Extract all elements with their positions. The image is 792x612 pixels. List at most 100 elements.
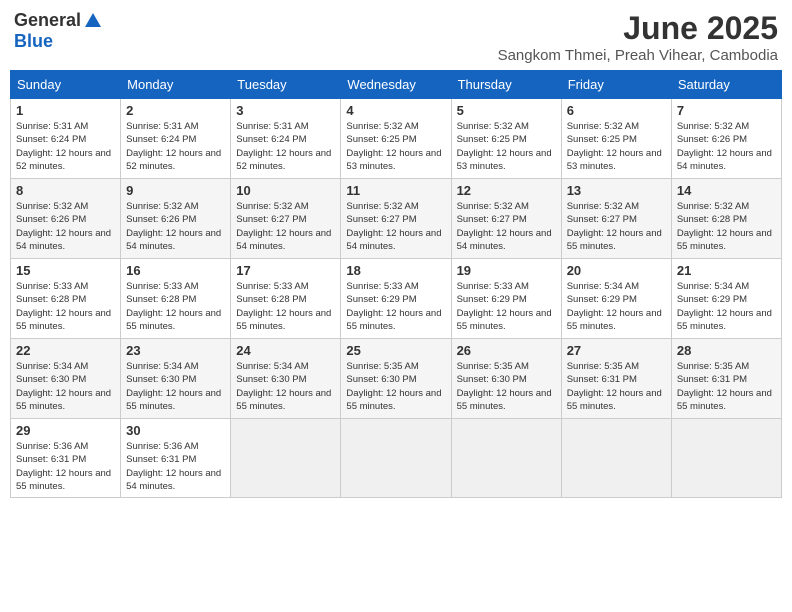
day-info: Sunrise: 5:36 AMSunset: 6:31 PMDaylight:… (126, 440, 225, 493)
day-number: 18 (346, 263, 445, 278)
calendar-week-1: 1 Sunrise: 5:31 AMSunset: 6:24 PMDaylight… (11, 99, 782, 179)
day-number: 11 (346, 183, 445, 198)
calendar-subtitle: Sangkom Thmei, Preah Vihear, Cambodia (498, 47, 778, 64)
day-number: 5 (457, 103, 556, 118)
day-number: 3 (236, 103, 335, 118)
calendar-day-cell: 2 Sunrise: 5:31 AMSunset: 6:24 PMDaylight… (121, 99, 231, 179)
calendar-day-cell: 16 Sunrise: 5:33 AMSunset: 6:28 PMDayligh… (121, 259, 231, 339)
day-info: Sunrise: 5:32 AMSunset: 6:27 PMDaylight:… (346, 200, 445, 253)
logo: General Blue (14, 10, 103, 52)
day-info: Sunrise: 5:31 AMSunset: 6:24 PMDaylight:… (16, 120, 115, 173)
header-thursday: Thursday (451, 71, 561, 99)
day-info: Sunrise: 5:35 AMSunset: 6:31 PMDaylight:… (677, 360, 776, 413)
day-number: 30 (126, 423, 225, 438)
calendar-day-cell: 30 Sunrise: 5:36 AMSunset: 6:31 PMDayligh… (121, 419, 231, 498)
calendar-day-cell: 18 Sunrise: 5:33 AMSunset: 6:29 PMDayligh… (341, 259, 451, 339)
calendar-day-cell (561, 419, 671, 498)
calendar-day-cell: 28Sunrise: 5:35 AMSunset: 6:31 PMDayligh… (671, 339, 781, 419)
day-number: 10 (236, 183, 335, 198)
calendar-day-cell: 29 Sunrise: 5:36 AMSunset: 6:31 PMDayligh… (11, 419, 121, 498)
day-info: Sunrise: 5:34 AMSunset: 6:30 PMDaylight:… (16, 360, 115, 413)
calendar-day-cell: 17Sunrise: 5:33 AMSunset: 6:28 PMDayligh… (231, 259, 341, 339)
day-number: 23 (126, 343, 225, 358)
day-info: Sunrise: 5:33 AMSunset: 6:28 PMDaylight:… (126, 280, 225, 333)
day-number: 20 (567, 263, 666, 278)
title-section: June 2025 Sangkom Thmei, Preah Vihear, C… (498, 10, 778, 64)
day-info: Sunrise: 5:34 AMSunset: 6:30 PMDaylight:… (236, 360, 335, 413)
day-number: 15 (16, 263, 115, 278)
calendar-day-cell: 13 Sunrise: 5:32 AMSunset: 6:27 PMDayligh… (561, 179, 671, 259)
day-number: 25 (346, 343, 445, 358)
day-number: 26 (457, 343, 556, 358)
day-number: 24 (236, 343, 335, 358)
day-number: 1 (16, 103, 115, 118)
calendar-day-cell: 1 Sunrise: 5:31 AMSunset: 6:24 PMDaylight… (11, 99, 121, 179)
calendar-day-cell: 11 Sunrise: 5:32 AMSunset: 6:27 PMDayligh… (341, 179, 451, 259)
day-info: Sunrise: 5:32 AMSunset: 6:27 PMDaylight:… (567, 200, 666, 253)
calendar-title: June 2025 (498, 10, 778, 47)
calendar-week-5: 29 Sunrise: 5:36 AMSunset: 6:31 PMDayligh… (11, 419, 782, 498)
page-header: General Blue June 2025 Sangkom Thmei, Pr… (10, 10, 782, 64)
day-info: Sunrise: 5:32 AMSunset: 6:25 PMDaylight:… (457, 120, 556, 173)
day-info: Sunrise: 5:35 AMSunset: 6:30 PMDaylight:… (457, 360, 556, 413)
day-number: 29 (16, 423, 115, 438)
calendar-day-cell: 19Sunrise: 5:33 AMSunset: 6:29 PMDayligh… (451, 259, 561, 339)
day-number: 16 (126, 263, 225, 278)
day-info: Sunrise: 5:35 AMSunset: 6:31 PMDaylight:… (567, 360, 666, 413)
day-info: Sunrise: 5:32 AMSunset: 6:28 PMDaylight:… (677, 200, 776, 253)
day-number: 13 (567, 183, 666, 198)
header-friday: Friday (561, 71, 671, 99)
day-number: 8 (16, 183, 115, 198)
calendar-day-cell: 3 Sunrise: 5:31 AMSunset: 6:24 PMDaylight… (231, 99, 341, 179)
calendar-day-cell: 10 Sunrise: 5:32 AMSunset: 6:27 PMDayligh… (231, 179, 341, 259)
calendar-day-cell: 23Sunrise: 5:34 AMSunset: 6:30 PMDayligh… (121, 339, 231, 419)
day-number: 7 (677, 103, 776, 118)
calendar-day-cell: 5 Sunrise: 5:32 AMSunset: 6:25 PMDaylight… (451, 99, 561, 179)
calendar-day-cell (341, 419, 451, 498)
day-number: 12 (457, 183, 556, 198)
header-sunday: Sunday (11, 71, 121, 99)
calendar-day-cell: 25 Sunrise: 5:35 AMSunset: 6:30 PMDayligh… (341, 339, 451, 419)
calendar-week-2: 8Sunrise: 5:32 AMSunset: 6:26 PMDaylight… (11, 179, 782, 259)
day-info: Sunrise: 5:33 AMSunset: 6:29 PMDaylight:… (346, 280, 445, 333)
day-info: Sunrise: 5:32 AMSunset: 6:27 PMDaylight:… (236, 200, 335, 253)
calendar-week-3: 15 Sunrise: 5:33 AMSunset: 6:28 PMDayligh… (11, 259, 782, 339)
calendar-day-cell: 27 Sunrise: 5:35 AMSunset: 6:31 PMDayligh… (561, 339, 671, 419)
day-number: 17 (236, 263, 335, 278)
calendar-day-cell (451, 419, 561, 498)
calendar-day-cell: 26 Sunrise: 5:35 AMSunset: 6:30 PMDayligh… (451, 339, 561, 419)
day-info: Sunrise: 5:33 AMSunset: 6:29 PMDaylight:… (457, 280, 556, 333)
header-saturday: Saturday (671, 71, 781, 99)
calendar-day-cell: 8Sunrise: 5:32 AMSunset: 6:26 PMDaylight… (11, 179, 121, 259)
header-tuesday: Tuesday (231, 71, 341, 99)
logo-icon (83, 11, 103, 31)
day-info: Sunrise: 5:32 AMSunset: 6:25 PMDaylight:… (567, 120, 666, 173)
calendar-day-cell: 21Sunrise: 5:34 AMSunset: 6:29 PMDayligh… (671, 259, 781, 339)
logo-blue-text: Blue (14, 31, 53, 52)
weekday-header-row: Sunday Monday Tuesday Wednesday Thursday… (11, 71, 782, 99)
calendar-day-cell (231, 419, 341, 498)
calendar-day-cell (671, 419, 781, 498)
calendar-table: Sunday Monday Tuesday Wednesday Thursday… (10, 70, 782, 498)
day-info: Sunrise: 5:35 AMSunset: 6:30 PMDaylight:… (346, 360, 445, 413)
day-number: 27 (567, 343, 666, 358)
calendar-day-cell: 7Sunrise: 5:32 AMSunset: 6:26 PMDaylight… (671, 99, 781, 179)
logo-general-text: General (14, 10, 81, 31)
day-info: Sunrise: 5:36 AMSunset: 6:31 PMDaylight:… (16, 440, 115, 493)
day-number: 2 (126, 103, 225, 118)
day-number: 9 (126, 183, 225, 198)
day-number: 21 (677, 263, 776, 278)
day-number: 22 (16, 343, 115, 358)
day-info: Sunrise: 5:31 AMSunset: 6:24 PMDaylight:… (126, 120, 225, 173)
day-info: Sunrise: 5:31 AMSunset: 6:24 PMDaylight:… (236, 120, 335, 173)
day-number: 4 (346, 103, 445, 118)
calendar-day-cell: 12Sunrise: 5:32 AMSunset: 6:27 PMDayligh… (451, 179, 561, 259)
calendar-day-cell: 24 Sunrise: 5:34 AMSunset: 6:30 PMDayligh… (231, 339, 341, 419)
calendar-day-cell: 14 Sunrise: 5:32 AMSunset: 6:28 PMDayligh… (671, 179, 781, 259)
calendar-week-4: 22 Sunrise: 5:34 AMSunset: 6:30 PMDayligh… (11, 339, 782, 419)
calendar-day-cell: 4Sunrise: 5:32 AMSunset: 6:25 PMDaylight… (341, 99, 451, 179)
day-number: 14 (677, 183, 776, 198)
calendar-day-cell: 9Sunrise: 5:32 AMSunset: 6:26 PMDaylight… (121, 179, 231, 259)
day-info: Sunrise: 5:33 AMSunset: 6:28 PMDaylight:… (16, 280, 115, 333)
calendar-day-cell: 15 Sunrise: 5:33 AMSunset: 6:28 PMDayligh… (11, 259, 121, 339)
